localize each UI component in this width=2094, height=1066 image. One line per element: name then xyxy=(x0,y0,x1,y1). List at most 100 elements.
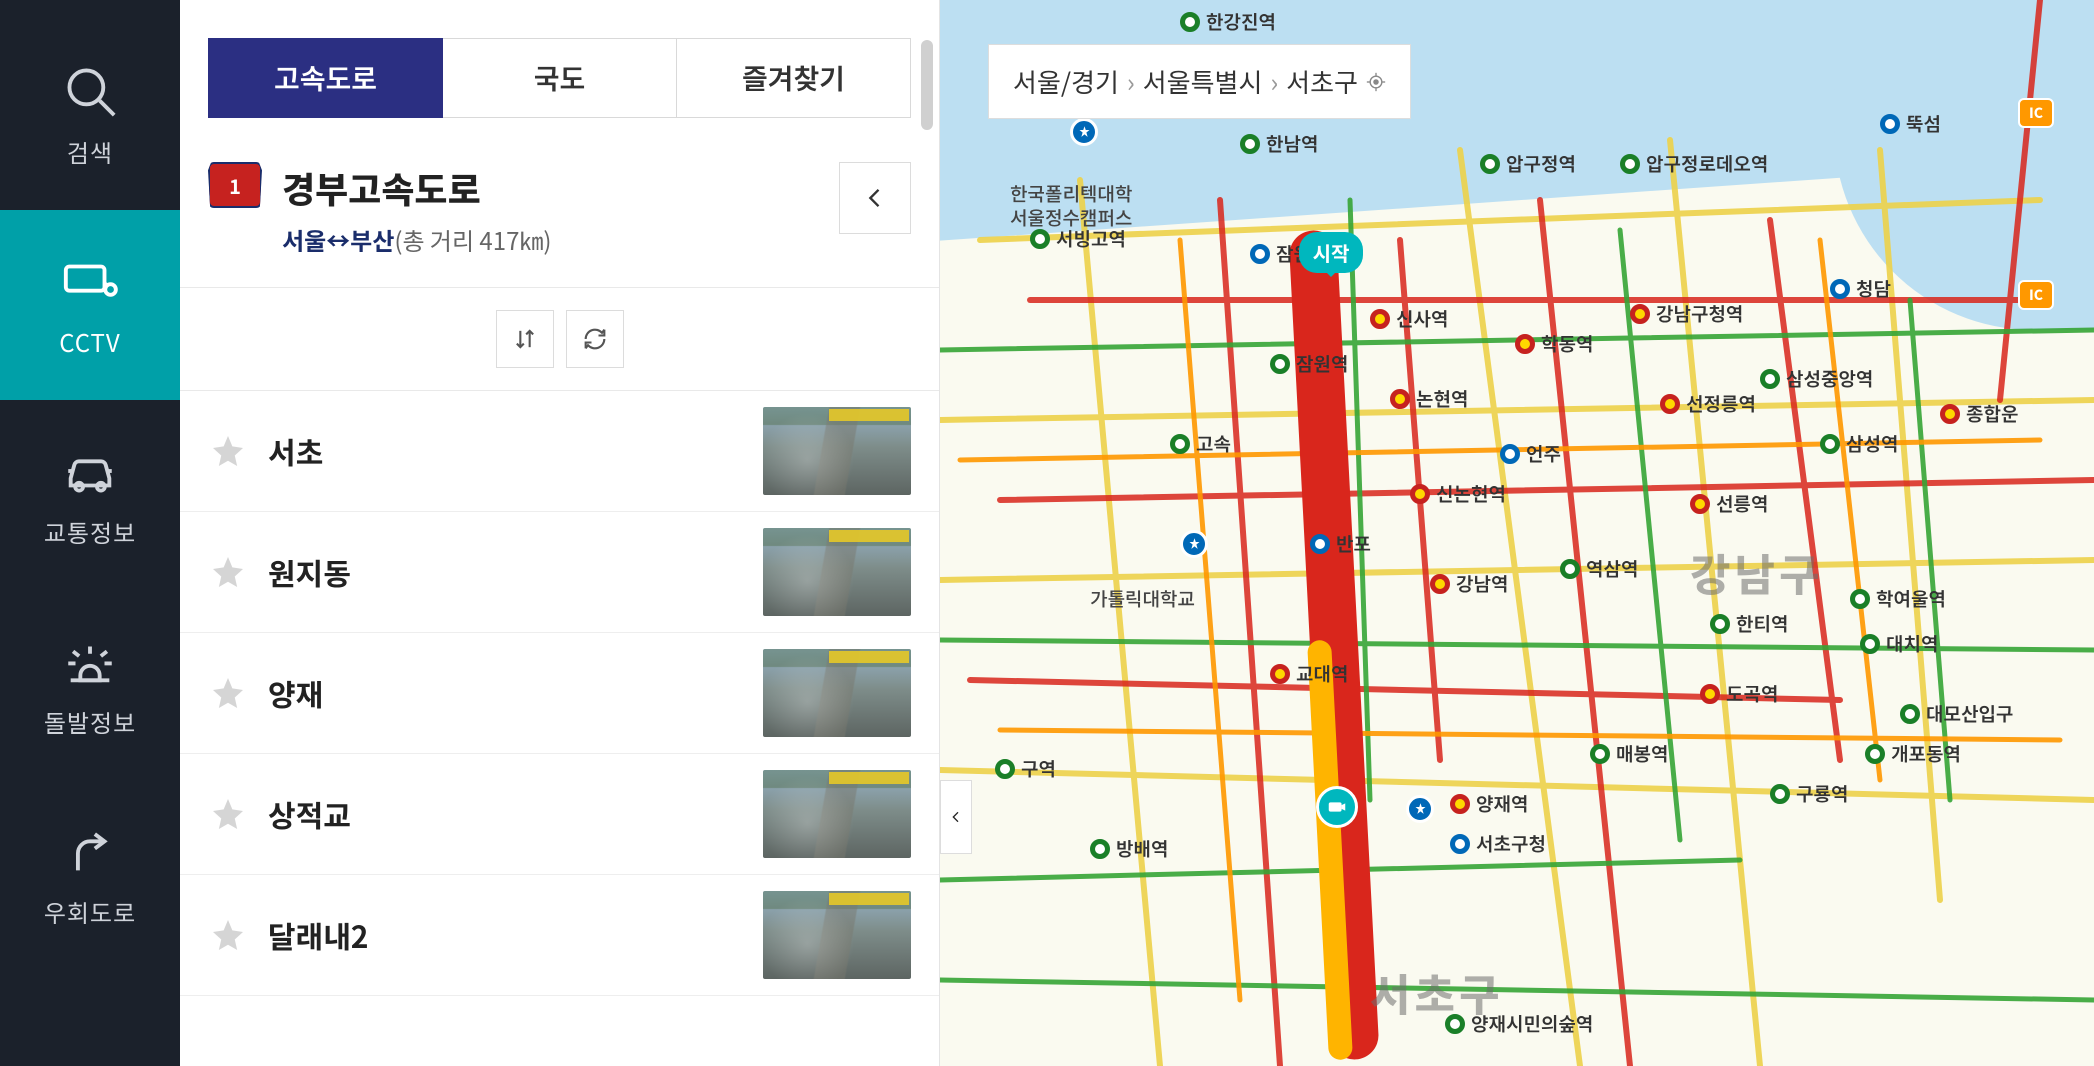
poi-marker[interactable] xyxy=(1180,530,1208,558)
favorite-toggle[interactable] xyxy=(208,552,248,592)
station-dot-icon xyxy=(1760,369,1780,389)
cctv-thumbnail[interactable] xyxy=(763,528,911,616)
poi-icon xyxy=(1413,802,1428,817)
poi-icon xyxy=(1187,537,1202,552)
station-marker[interactable]: 강남역 xyxy=(1430,570,1508,597)
interchange-badge[interactable]: IC xyxy=(2018,98,2054,128)
cctv-pin[interactable] xyxy=(1316,786,1358,828)
station-marker[interactable]: 구룡역 xyxy=(1770,780,1848,807)
list-item[interactable]: 상적교 xyxy=(180,754,939,875)
station-marker[interactable]: 방배역 xyxy=(1090,835,1168,862)
station-marker[interactable]: 반포 xyxy=(1310,530,1371,557)
station-label: 역삼역 xyxy=(1586,555,1638,582)
station-marker[interactable]: 선릉역 xyxy=(1690,490,1768,517)
cctv-icon xyxy=(61,252,119,310)
favorite-toggle[interactable] xyxy=(208,915,248,955)
location-breadcrumb[interactable]: 서울/경기 › 서울특별시 › 서초구 xyxy=(988,44,1411,119)
scrollbar[interactable] xyxy=(921,40,933,130)
station-marker[interactable]: 학동역 xyxy=(1515,330,1593,357)
collapse-panel-button[interactable] xyxy=(940,780,972,854)
interchange-badge[interactable]: IC xyxy=(2018,280,2054,310)
station-marker[interactable]: 한남역 xyxy=(1240,130,1318,157)
station-marker[interactable]: 대모산입구 xyxy=(1900,700,2013,727)
station-marker[interactable]: 한강진역 xyxy=(1180,8,1276,35)
station-label: 압구정역 xyxy=(1506,150,1576,177)
station-marker[interactable]: 매봉역 xyxy=(1590,740,1668,767)
map-text-label: 가톨릭대학교 xyxy=(1090,585,1195,612)
station-marker[interactable]: 삼성역 xyxy=(1820,430,1898,457)
station-marker[interactable]: 교대역 xyxy=(1270,660,1348,687)
nav-item-incident[interactable]: 돌발정보 xyxy=(0,590,180,780)
station-dot-icon xyxy=(1370,309,1390,329)
station-dot-icon xyxy=(1880,114,1900,134)
station-marker[interactable]: 선정릉역 xyxy=(1660,390,1756,417)
station-marker[interactable]: 신논현역 xyxy=(1410,480,1506,507)
favorite-toggle[interactable] xyxy=(208,673,248,713)
station-label: 방배역 xyxy=(1116,835,1168,862)
station-marker[interactable]: 양재역 xyxy=(1450,790,1528,817)
station-dot-icon xyxy=(1820,434,1840,454)
cctv-thumbnail[interactable] xyxy=(763,770,911,858)
station-dot-icon xyxy=(995,759,1015,779)
list-item[interactable]: 달래내2 xyxy=(180,875,939,996)
list-item[interactable]: 양재 xyxy=(180,633,939,754)
favorite-toggle[interactable] xyxy=(208,431,248,471)
sort-button[interactable] xyxy=(496,310,554,368)
traffic-map[interactable]: 시작 IC IC 서울/경기 › 서울특별시 › 서초구 한강진역한남역서빙고역… xyxy=(940,0,2094,1066)
favorite-toggle[interactable] xyxy=(208,794,248,834)
search-icon xyxy=(61,62,119,120)
tab-national[interactable]: 국도 xyxy=(443,38,677,118)
station-marker[interactable]: 삼성중앙역 xyxy=(1760,365,1873,392)
poi-marker[interactable] xyxy=(1070,118,1098,146)
list-item[interactable]: 원지동 xyxy=(180,512,939,633)
station-label: 강남역 xyxy=(1456,570,1508,597)
highway-distance: (총 거리 417㎞) xyxy=(394,222,551,257)
station-dot-icon xyxy=(1450,834,1470,854)
chevron-left-icon xyxy=(948,805,964,829)
back-button[interactable] xyxy=(839,162,911,234)
station-dot-icon xyxy=(1430,574,1450,594)
station-marker[interactable]: 학여울역 xyxy=(1850,585,1946,612)
start-marker[interactable]: 시작 xyxy=(1292,232,1370,322)
station-marker[interactable]: 역삼역 xyxy=(1560,555,1638,582)
station-marker[interactable]: 강남구청역 xyxy=(1630,300,1743,327)
station-marker[interactable]: 개포동역 xyxy=(1865,740,1961,767)
refresh-button[interactable] xyxy=(566,310,624,368)
station-marker[interactable]: 한티역 xyxy=(1710,610,1788,637)
detour-icon xyxy=(61,822,119,880)
station-marker[interactable]: 양재시민의숲역 xyxy=(1445,1010,1593,1037)
station-marker[interactable]: 뚝섬 xyxy=(1880,110,1941,137)
station-marker[interactable]: 언주 xyxy=(1500,440,1561,467)
cctv-thumbnail[interactable] xyxy=(763,649,911,737)
station-marker[interactable]: 압구정역 xyxy=(1480,150,1576,177)
poi-marker[interactable] xyxy=(1406,795,1434,823)
station-marker[interactable]: 잠원역 xyxy=(1270,350,1348,377)
station-dot-icon xyxy=(1700,684,1720,704)
station-marker[interactable]: 고속 xyxy=(1170,430,1231,457)
chevron-left-icon xyxy=(861,184,889,212)
cctv-thumbnail[interactable] xyxy=(763,407,911,495)
highway-name: 경부고속도로 xyxy=(282,162,552,214)
station-dot-icon xyxy=(1865,744,1885,764)
station-marker[interactable]: 서초구청 xyxy=(1450,830,1546,857)
nav-item-cctv[interactable]: CCTV xyxy=(0,210,180,400)
station-marker[interactable]: 종합운 xyxy=(1940,400,2018,427)
station-dot-icon xyxy=(1310,534,1330,554)
station-label: 삼성중앙역 xyxy=(1786,365,1873,392)
nav-item-search[interactable]: 검색 xyxy=(0,20,180,210)
list-tools xyxy=(180,288,939,391)
station-marker[interactable]: 청담 xyxy=(1830,275,1891,302)
station-marker[interactable]: 대치역 xyxy=(1860,630,1938,657)
station-marker[interactable]: 압구정로데오역 xyxy=(1620,150,1768,177)
cctv-thumbnail[interactable] xyxy=(763,891,911,979)
station-marker[interactable]: 논현역 xyxy=(1390,385,1468,412)
station-marker[interactable]: 신사역 xyxy=(1370,305,1448,332)
cctv-name: 양재 xyxy=(268,671,743,715)
station-marker[interactable]: 구역 xyxy=(995,755,1056,782)
list-item[interactable]: 서초 xyxy=(180,391,939,512)
station-marker[interactable]: 도곡역 xyxy=(1700,680,1778,707)
tab-favorites[interactable]: 즐겨찾기 xyxy=(677,38,911,118)
nav-item-detour[interactable]: 우회도로 xyxy=(0,780,180,970)
tab-expressway[interactable]: 고속도로 xyxy=(208,38,443,118)
nav-item-traffic[interactable]: 교통정보 xyxy=(0,400,180,590)
